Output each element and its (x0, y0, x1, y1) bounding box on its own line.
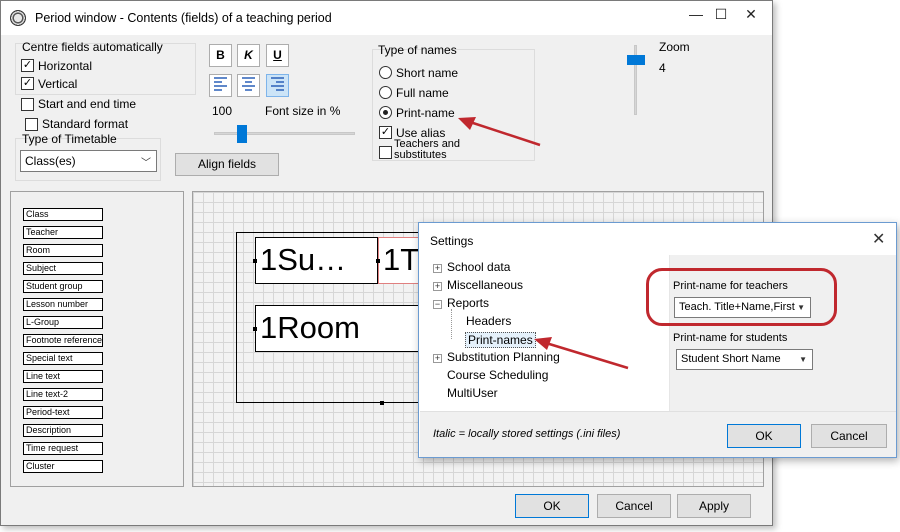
annotation-arrow-print-names (534, 337, 629, 370)
